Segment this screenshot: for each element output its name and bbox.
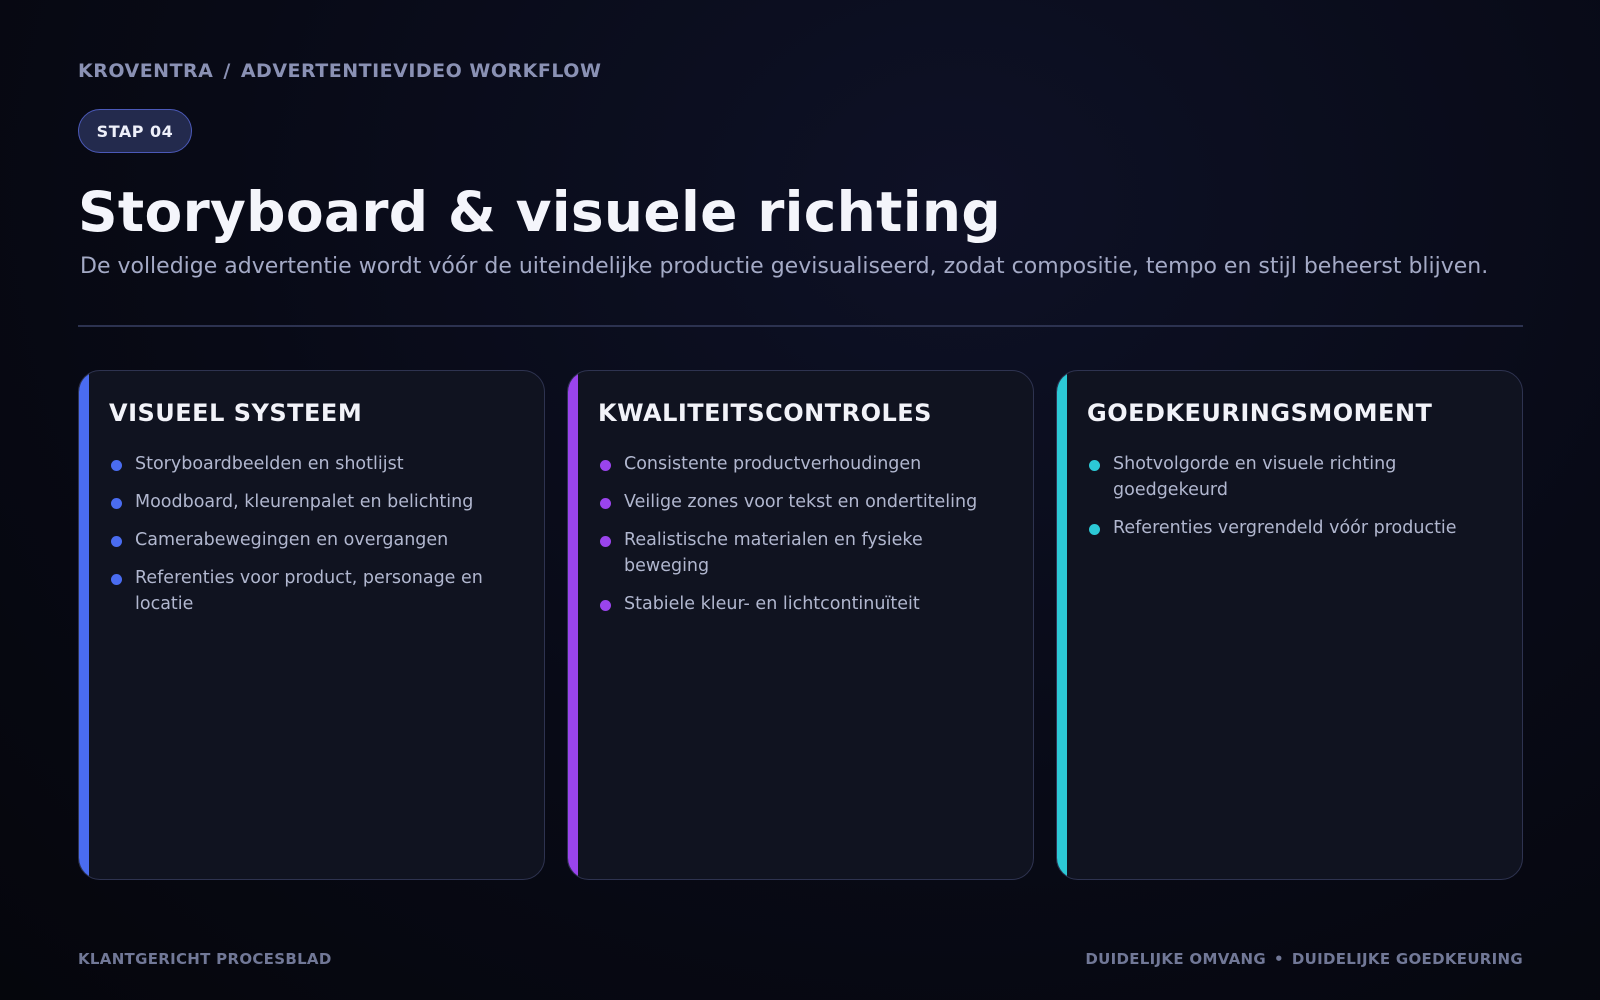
footer-approval-label: DUIDELIJKE GOEDKEURING — [1291, 950, 1523, 968]
card-list: Shotvolgorde en visuele richting goedgek… — [1087, 451, 1497, 553]
list-item-text: Consistente productverhoudingen — [624, 454, 922, 474]
bullet-dot-icon — [600, 460, 611, 471]
list-item: Veilige zones voor tekst en ondertitelin… — [598, 489, 1008, 515]
list-item-text: Camerabewegingen en overgangen — [135, 530, 449, 550]
card-list: Storyboardbeelden en shotlijst Moodboard… — [109, 451, 519, 629]
list-item: Moodboard, kleurenpalet en belichting — [109, 489, 519, 515]
bullet-dot-icon — [111, 498, 122, 509]
bullet-dot-icon — [600, 536, 611, 547]
list-item: Referenties voor product, personage en l… — [109, 565, 519, 617]
card-accent-bar — [1057, 371, 1067, 879]
bullet-dot-icon — [1089, 460, 1100, 471]
list-item: Realistische materialen en fysieke beweg… — [598, 527, 1008, 579]
list-item: Camerabewegingen en overgangen — [109, 527, 519, 553]
card-quality-checks: KWALITEITSCONTROLES Consistente productv… — [567, 370, 1034, 880]
card-accent-bar — [568, 371, 578, 879]
bullet-dot-icon — [111, 536, 122, 547]
bullet-dot-icon — [600, 600, 611, 611]
list-item-text: Storyboardbeelden en shotlijst — [135, 454, 404, 474]
card-accent-bar — [79, 371, 89, 879]
list-item-text: Referenties vergrendeld vóór productie — [1113, 518, 1457, 538]
list-item-text: Veilige zones voor tekst en ondertitelin… — [624, 492, 978, 512]
bullet-dot-icon — [600, 498, 611, 509]
footer-left-label: KLANTGERICHT PROCESBLAD — [78, 950, 332, 968]
breadcrumb-brand: KROVENTRA — [78, 60, 214, 82]
footer-right-label: DUIDELIJKE OMVANG • DUIDELIJKE GOEDKEURING — [1085, 950, 1523, 968]
header-divider — [78, 325, 1523, 327]
list-item-text: Referenties voor product, personage en l… — [135, 568, 483, 614]
breadcrumb-section: ADVERTENTIEVIDEO WORKFLOW — [240, 60, 602, 82]
step-badge: STAP 04 — [78, 109, 192, 153]
page-subtitle: De volledige advertentie wordt vóór de u… — [80, 254, 1489, 279]
card-visual-system: VISUEEL SYSTEEM Storyboardbeelden en sho… — [78, 370, 545, 880]
card-title: KWALITEITSCONTROLES — [598, 399, 932, 427]
breadcrumb: KROVENTRA / ADVERTENTIEVIDEO WORKFLOW — [78, 60, 601, 82]
list-item: Storyboardbeelden en shotlijst — [109, 451, 519, 477]
card-approval-moment: GOEDKEURINGSMOMENT Shotvolgorde en visue… — [1056, 370, 1523, 880]
breadcrumb-separator: / — [223, 60, 231, 82]
bullet-dot-icon — [111, 460, 122, 471]
footer-scope-label: DUIDELIJKE OMVANG — [1085, 950, 1266, 968]
bullet-dot-icon — [1089, 524, 1100, 535]
list-item: Shotvolgorde en visuele richting goedgek… — [1087, 451, 1497, 503]
card-list: Consistente productverhoudingen Veilige … — [598, 451, 1008, 629]
list-item: Stabiele kleur- en lichtcontinuïteit — [598, 591, 1008, 617]
list-item: Referenties vergrendeld vóór productie — [1087, 515, 1497, 541]
footer-bullet-separator: • — [1273, 950, 1284, 968]
list-item-text: Shotvolgorde en visuele richting goedgek… — [1113, 454, 1397, 500]
list-item-text: Moodboard, kleurenpalet en belichting — [135, 492, 474, 512]
page-title: Storyboard & visuele richting — [78, 180, 1001, 244]
card-title: VISUEEL SYSTEEM — [109, 399, 363, 427]
list-item-text: Realistische materialen en fysieke beweg… — [624, 530, 923, 576]
card-title: GOEDKEURINGSMOMENT — [1087, 399, 1433, 427]
list-item: Consistente productverhoudingen — [598, 451, 1008, 477]
bullet-dot-icon — [111, 574, 122, 585]
list-item-text: Stabiele kleur- en lichtcontinuïteit — [624, 594, 920, 614]
